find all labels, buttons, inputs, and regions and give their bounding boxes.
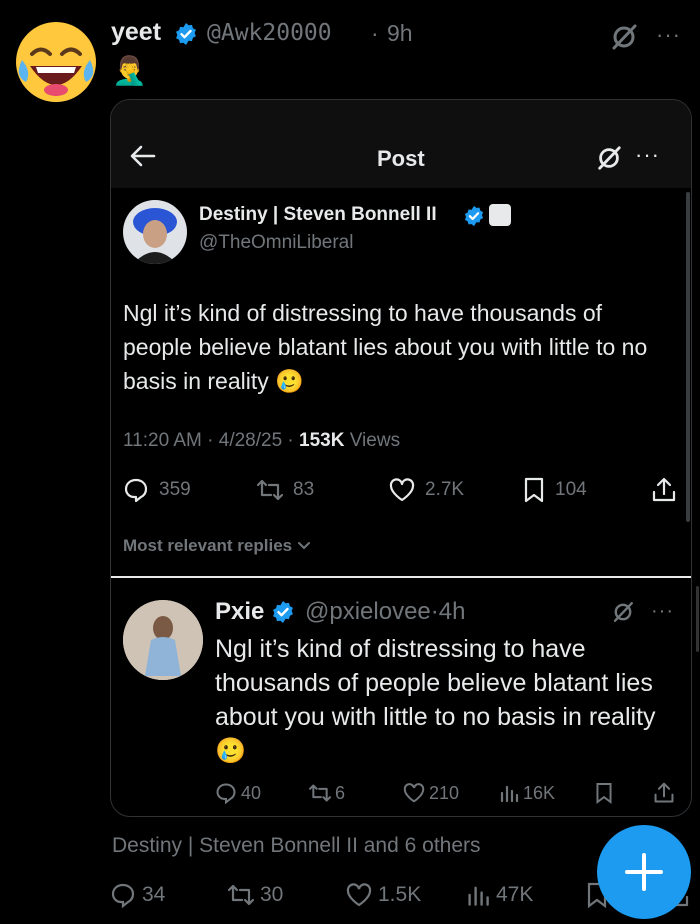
post-timestamp: 11:20 AM · 4/28/25 · bbox=[123, 430, 300, 451]
views-chart-icon bbox=[500, 785, 519, 803]
like-count: 210 bbox=[429, 782, 460, 803]
views-count: 153K bbox=[299, 430, 345, 451]
bookmark-button[interactable]: 104 bbox=[523, 476, 587, 504]
grok-icon[interactable] bbox=[595, 144, 623, 177]
facepalm-emoji: 🤦‍♂️ bbox=[112, 55, 147, 86]
post-time[interactable]: 9h bbox=[387, 20, 413, 47]
like-button[interactable]: 1.5K bbox=[346, 880, 421, 910]
like-button[interactable]: 210 bbox=[403, 780, 459, 806]
share-button[interactable] bbox=[653, 780, 675, 806]
reply-button[interactable]: 40 bbox=[215, 780, 261, 806]
reply-count: 40 bbox=[241, 782, 262, 803]
heart-icon bbox=[346, 883, 372, 907]
author-handle[interactable]: @pxielovee·4h bbox=[305, 598, 465, 626]
reply-sort-label: Most relevant replies bbox=[123, 536, 293, 555]
card-title: Post bbox=[377, 146, 425, 171]
grok-icon[interactable] bbox=[609, 22, 639, 57]
scrollbar[interactable] bbox=[686, 192, 690, 522]
avatar[interactable] bbox=[14, 20, 98, 104]
post-text: Ngl it’s kind of distressing to have tho… bbox=[123, 300, 648, 394]
bookmark-count: 104 bbox=[555, 479, 587, 500]
repost-button[interactable]: 30 bbox=[228, 880, 283, 910]
reply-count: 34 bbox=[142, 883, 166, 906]
post-meta: 11:20 AM · 4/28/25 · 153K Views bbox=[123, 430, 400, 452]
screenshot-card[interactable]: Post ··· Destiny | Steven Bonnell II @Th… bbox=[110, 99, 692, 817]
separator-dot: · bbox=[371, 20, 379, 46]
page-scrollbar[interactable] bbox=[696, 586, 699, 652]
reply-icon bbox=[124, 478, 148, 503]
avatar[interactable] bbox=[123, 200, 187, 264]
plus-icon bbox=[625, 853, 663, 891]
reply-sort-dropdown[interactable]: Most relevant replies bbox=[123, 536, 311, 556]
repost-icon bbox=[257, 479, 283, 501]
views-chart-icon bbox=[468, 886, 489, 906]
views-button[interactable]: 47K bbox=[466, 880, 533, 910]
bookmark-button[interactable] bbox=[595, 780, 613, 806]
verified-badge-icon bbox=[174, 22, 198, 51]
reply-time: 4h bbox=[438, 598, 466, 625]
laughing-face-icon bbox=[16, 22, 96, 102]
compose-button[interactable] bbox=[597, 825, 691, 919]
heart-icon bbox=[403, 783, 425, 803]
like-count: 2.7K bbox=[425, 479, 465, 500]
views-count: 16K bbox=[523, 782, 556, 803]
divider bbox=[111, 576, 691, 578]
reply-button[interactable]: 359 bbox=[123, 476, 191, 504]
verified-badge-icon bbox=[463, 205, 485, 232]
repost-count: 83 bbox=[293, 479, 315, 500]
bookmark-icon bbox=[596, 783, 612, 804]
heart-icon bbox=[389, 478, 415, 502]
reply-handle-text: @pxielovee bbox=[305, 598, 431, 625]
more-options-icon[interactable]: ··· bbox=[656, 22, 681, 48]
repost-icon bbox=[228, 884, 254, 906]
separator-dot: · bbox=[430, 598, 439, 625]
views-button[interactable]: 16K bbox=[499, 780, 555, 806]
author-handle[interactable]: @TheOmniLiberal bbox=[199, 232, 353, 254]
more-options-icon[interactable]: ··· bbox=[651, 600, 674, 623]
reply-text: Ngl it’s kind of distressing to have tho… bbox=[215, 635, 656, 765]
repost-count: 6 bbox=[335, 782, 346, 803]
avatar[interactable] bbox=[123, 600, 203, 680]
author-name[interactable]: yeet bbox=[111, 18, 161, 47]
chevron-down-icon bbox=[297, 542, 310, 550]
verified-badge-icon bbox=[271, 600, 295, 629]
views-count: 47K bbox=[496, 883, 534, 906]
repost-button[interactable]: 83 bbox=[257, 476, 314, 504]
reply-button[interactable]: 34 bbox=[110, 880, 165, 910]
reply-icon bbox=[216, 783, 236, 804]
liked-by-summary[interactable]: Destiny | Steven Bonnell II and 6 others bbox=[112, 834, 481, 858]
repost-button[interactable]: 6 bbox=[309, 780, 345, 806]
author-name[interactable]: Destiny | Steven Bonnell II bbox=[199, 204, 437, 226]
grok-icon[interactable] bbox=[611, 600, 635, 629]
back-arrow-icon[interactable] bbox=[129, 142, 157, 175]
reply-icon bbox=[111, 883, 135, 908]
more-options-icon[interactable]: ··· bbox=[635, 142, 660, 168]
repost-count: 30 bbox=[260, 883, 284, 906]
share-icon bbox=[652, 477, 676, 502]
author-handle[interactable]: @Awk20000 bbox=[207, 20, 332, 46]
bookmark-icon bbox=[524, 477, 544, 503]
author-name[interactable]: Pxie bbox=[215, 598, 264, 626]
repost-icon bbox=[309, 784, 331, 802]
reply-count: 359 bbox=[159, 479, 191, 500]
affiliation-badge-icon[interactable] bbox=[489, 204, 511, 226]
share-button[interactable] bbox=[651, 476, 677, 504]
like-button[interactable]: 2.7K bbox=[389, 476, 464, 504]
views-label: Views bbox=[344, 430, 401, 451]
share-icon bbox=[654, 782, 674, 803]
like-count: 1.5K bbox=[378, 883, 422, 906]
